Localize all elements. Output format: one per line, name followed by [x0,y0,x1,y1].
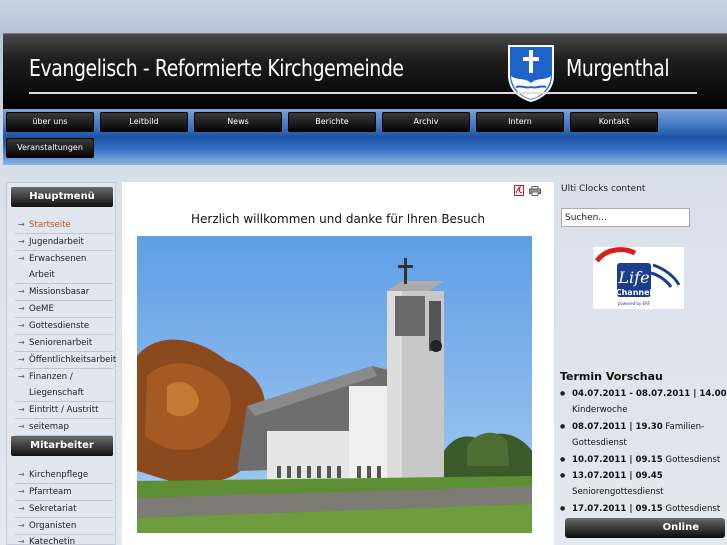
online-heading: Online [565,518,725,538]
menu-item-seniorenarbeit[interactable]: → Seniorenarbeit [15,335,113,352]
menu-label: Startseite [29,220,71,230]
arrow-icon: → [18,304,25,313]
menu-label: Jugendarbeit [29,237,84,247]
menu-item-seitemap[interactable]: → seitemap [15,419,113,436]
menu-label: Organisten [29,521,77,531]
menu-label: Kirchenpflege [29,470,89,480]
logo-channel-text: Channel [616,288,653,297]
site-header: Evangelisch - Reformierte Kirchgemeinde … [3,33,727,109]
termin-date: 17.07.2011 | 09.15 [572,503,663,514]
arrow-icon: → [18,537,25,545]
nav-archiv[interactable]: Archiv [382,112,470,132]
arrow-icon: → [18,504,25,513]
arrow-icon: → [18,372,25,381]
termin-date: 13.07.2011 | 09.45 [572,471,663,482]
menu-item-kirchenpflege[interactable]: → Kirchenpflege [15,467,113,484]
menu-item-eintritt-austritt[interactable]: → Eintritt / Austritt [15,402,113,419]
site-title-location: Murgenthal [566,56,670,82]
hauptmenu-heading: Hauptmenü [11,187,113,207]
life-channel-logo[interactable]: Life Channel powered by ERF [593,247,684,309]
menu-item-startseite[interactable]: → Startseite [15,217,113,234]
site-title: Evangelisch - Reformierte Kirchgemeinde [29,56,404,82]
menu-item-finanzen[interactable]: → Finanzen / [15,369,113,385]
menu-item-erwachsenen[interactable]: → Erwachsenen [15,251,113,267]
mitarbeiter-heading: Mitarbeiter [11,436,113,456]
termin-text: Gottesdienst [665,503,721,514]
print-icon[interactable] [529,186,541,196]
termin-item[interactable]: 04.07.2011 - 08.07.2011 | 14.00 Kinderwo… [557,386,727,419]
nav-intern[interactable]: Intern [476,112,564,132]
menu-item-organisten[interactable]: → Organisten [15,518,113,535]
termin-date: 10.07.2011 | 09.15 [572,454,663,465]
termin-heading: Termin Vorschau [560,370,663,383]
welcome-heading: Herzlich willkommen und danke für Ihren … [191,212,485,226]
menu-label: Gottesdienste [29,321,90,331]
termin-list: 04.07.2011 - 08.07.2011 | 14.00 Kinderwo… [557,386,727,518]
menu-item-pfarrteam[interactable]: → Pfarrteam [15,484,113,501]
nav-ueber-uns[interactable]: über uns [6,112,94,132]
termin-item[interactable]: 17.07.2011 | 09.15 Gottesdienst [557,501,727,518]
arrow-icon: → [18,254,25,263]
menu-label: Liegenschaft [29,388,84,398]
menu-label: Missionsbasar [29,287,90,297]
menu-item-oeffentlichkeitsarbeit[interactable]: → Öffentlichkeitsarbeit [15,352,117,369]
menu-label: Pfarrteam [29,487,72,497]
menu-label: Arbeit [29,270,55,280]
search-input[interactable] [561,208,690,227]
arrow-icon: → [18,355,25,364]
arrow-icon: → [18,470,25,479]
pdf-icon[interactable] [514,185,524,196]
menu-item-sekretariat[interactable]: → Sekretariat [15,501,113,518]
main-content: Herzlich willkommen und danke für Ihren … [122,182,554,545]
menu-label: Sekretariat [29,504,77,514]
logo-life-text: Life [617,268,649,287]
logo-powered-text: powered by ERF [618,301,651,306]
menu-label: Erwachsenen [29,254,87,264]
termin-text: Gottesdienst [665,454,721,465]
termin-item[interactable]: 13.07.2011 | 09.45 Seniorengottesdienst [557,468,727,501]
menu-label: Katechetin [29,537,76,545]
termin-date: 04.07.2011 - 08.07.2011 | 14.00 [572,389,727,399]
arrow-icon: → [18,487,25,496]
termin-item[interactable]: 10.07.2011 | 09.15 Gottesdienst [557,452,727,469]
termin-text: Seniorengottesdienst [572,487,664,498]
menu-item-oeme[interactable]: → OeME [15,301,113,318]
menu-item-katechetin[interactable]: → Katechetin [15,534,113,545]
menu-item-gottesdienste[interactable]: → Gottesdienste [15,318,113,335]
termin-date: 08.07.2011 | 19.30 [572,421,663,432]
ulti-clocks-text: Ulti Clocks content [561,184,646,194]
menu-item-liegenschaft[interactable]: Liegenschaft [15,385,113,402]
nav-kontakt[interactable]: Kontakt [570,112,658,132]
menu-item-arbeit[interactable]: Arbeit [15,267,113,284]
church-photo [137,236,532,533]
arrow-icon: → [18,405,25,414]
arrow-icon: → [18,338,25,347]
arrow-icon: → [18,521,25,530]
left-sidebar: Hauptmenü → Startseite → Jugendarbeit → Erw… [6,182,116,545]
arrow-icon: → [18,422,25,431]
menu-label: Eintritt / Austritt [29,405,99,415]
nav-leitbild[interactable]: Leitbild [100,112,188,132]
right-sidebar: Ulti Clocks content Life Channel powered… [557,182,727,545]
menu-label: Öffentlichkeitsarbeit [29,355,117,365]
menu-label: OeME [29,304,54,314]
menu-label: Seniorenarbeit [29,338,93,348]
arrow-icon: → [18,220,25,229]
menu-item-jugendarbeit[interactable]: → Jugendarbeit [15,234,113,251]
menu-label: seitemap [29,422,69,432]
arrow-icon: → [18,287,25,296]
termin-text: Kinderwoche [572,405,628,416]
menu-item-missionsbasar[interactable]: → Missionsbasar [15,284,113,301]
crest-logo [508,45,554,103]
title-divider [29,92,697,94]
nav-berichte[interactable]: Berichte [288,112,376,132]
arrow-icon: → [18,321,25,330]
arrow-icon: → [18,237,25,246]
termin-item[interactable]: 08.07.2011 | 19.30 Familien-Gottesdienst [557,419,727,452]
menu-label: Finanzen / [29,372,73,382]
nav-news[interactable]: News [194,112,282,132]
nav-veranstaltungen[interactable]: Veranstaltungen [6,138,94,158]
